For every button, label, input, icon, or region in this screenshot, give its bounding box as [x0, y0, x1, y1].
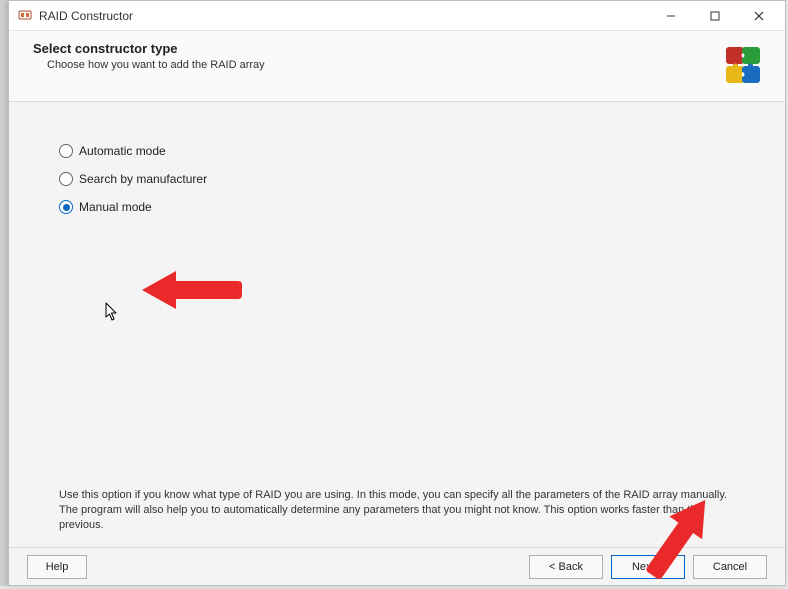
page-subtitle: Choose how you want to add the RAID arra…	[33, 59, 711, 71]
wizard-footer: Help < Back Next > Cancel	[9, 547, 785, 585]
radio-label: Search by manufacturer	[79, 172, 207, 186]
window-title: RAID Constructor	[39, 9, 133, 23]
annotation-arrow-icon	[142, 267, 242, 316]
wizard-header: Select constructor type Choose how you w…	[9, 31, 785, 102]
maximize-button[interactable]	[693, 2, 737, 30]
constructor-type-group: Automatic mode Search by manufacturer Ma…	[59, 144, 735, 214]
raid-constructor-dialog: RAID Constructor Select constructor type…	[8, 0, 786, 586]
radio-automatic-mode[interactable]: Automatic mode	[59, 144, 735, 158]
button-label: Cancel	[713, 561, 747, 573]
cancel-button[interactable]: Cancel	[693, 555, 767, 579]
wizard-content: Automatic mode Search by manufacturer Ma…	[9, 102, 785, 547]
minimize-button[interactable]	[649, 2, 693, 30]
option-description: Use this option if you know what type of…	[59, 488, 745, 533]
back-button[interactable]: < Back	[529, 555, 603, 579]
radio-indicator-icon	[59, 200, 73, 214]
radio-label: Manual mode	[79, 200, 152, 214]
help-button[interactable]: Help	[27, 555, 87, 579]
radio-label: Automatic mode	[79, 144, 166, 158]
cursor-icon	[105, 302, 119, 325]
next-button[interactable]: Next >	[611, 555, 685, 579]
close-button[interactable]	[737, 2, 781, 30]
radio-indicator-icon	[59, 172, 73, 186]
button-label: Next >	[632, 561, 664, 573]
puzzle-logo-icon	[719, 41, 767, 89]
radio-manual-mode[interactable]: Manual mode	[59, 200, 735, 214]
radio-indicator-icon	[59, 144, 73, 158]
button-label: Help	[46, 561, 69, 573]
page-title: Select constructor type	[33, 41, 711, 56]
radio-search-by-manufacturer[interactable]: Search by manufacturer	[59, 172, 735, 186]
app-icon	[17, 8, 33, 24]
button-label: < Back	[549, 561, 583, 573]
titlebar: RAID Constructor	[9, 1, 785, 31]
